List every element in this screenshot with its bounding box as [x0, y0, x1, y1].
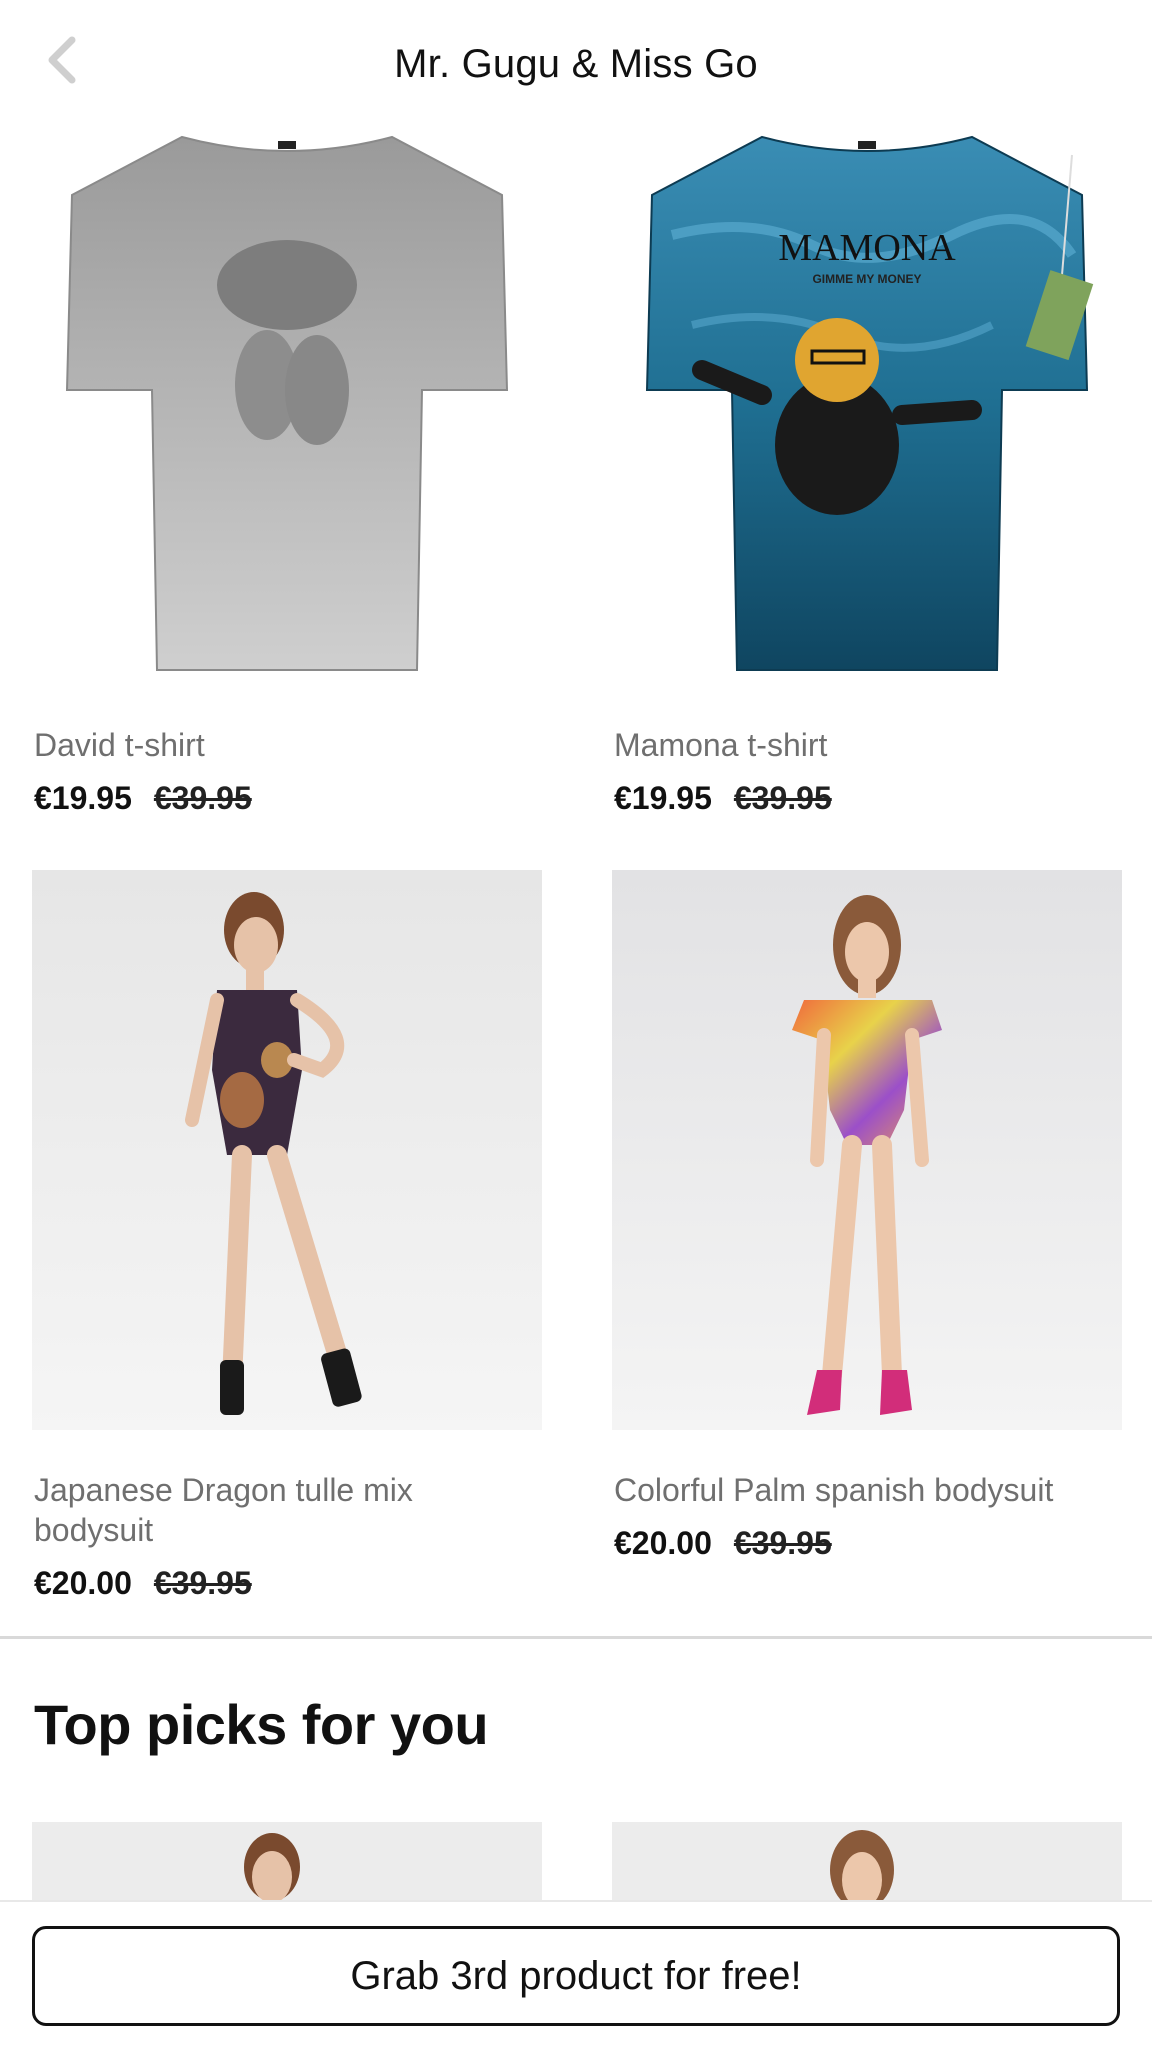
- product-card-peek[interactable]: [612, 1822, 1122, 1902]
- shirt-print-subtitle: GIMME MY MONEY: [812, 272, 921, 286]
- sale-price: €20.00: [614, 1525, 712, 1561]
- shirt-print-title: MAMONA: [778, 227, 956, 269]
- price-row: €20.00 €39.95: [34, 1565, 252, 1602]
- sale-price: €19.95: [34, 780, 132, 816]
- section-title: Top picks for you: [34, 1693, 489, 1756]
- product-card[interactable]: Colorful Palm spanish bodysuit €20.00 €3…: [612, 870, 1122, 1610]
- price-row: €19.95 €39.95: [614, 780, 832, 817]
- product-name: David t-shirt: [34, 727, 205, 763]
- product-name: Japanese Dragon tulle mix bodysuit: [34, 1472, 413, 1548]
- section-divider: [0, 1636, 1152, 1639]
- product-image: MAMONA GIMME MY MONEY: [612, 125, 1122, 685]
- grab-free-product-button[interactable]: Grab 3rd product for free!: [32, 1926, 1120, 2026]
- price-row: €20.00 €39.95: [614, 1525, 832, 1562]
- product-card[interactable]: Japanese Dragon tulle mix bodysuit €20.0…: [32, 870, 542, 1610]
- original-price: €39.95: [733, 1525, 832, 1561]
- original-price: €39.95: [153, 1565, 252, 1601]
- original-price: €39.95: [153, 780, 252, 816]
- product-name: Colorful Palm spanish bodysuit: [614, 1472, 1054, 1508]
- product-card[interactable]: MAMONA GIMME MY MONEY Mamona t-shirt €19…: [612, 125, 1122, 817]
- product-card[interactable]: David t-shirt €19.95 €39.95: [32, 125, 542, 817]
- product-image: [32, 125, 542, 685]
- product-name: Mamona t-shirt: [614, 727, 828, 763]
- original-price: €39.95: [733, 780, 832, 816]
- sale-price: €20.00: [34, 1565, 132, 1601]
- top-nav-bar: Mr. Gugu & Miss Go: [0, 0, 1152, 130]
- price-row: €19.95 €39.95: [34, 780, 252, 817]
- bottom-action-bar: Grab 3rd product for free!: [0, 1900, 1152, 2048]
- product-card-peek[interactable]: [32, 1822, 542, 1902]
- page-title: Mr. Gugu & Miss Go: [394, 42, 758, 86]
- sale-price: €19.95: [614, 780, 712, 816]
- product-image: [612, 870, 1122, 1430]
- product-image: [32, 870, 542, 1430]
